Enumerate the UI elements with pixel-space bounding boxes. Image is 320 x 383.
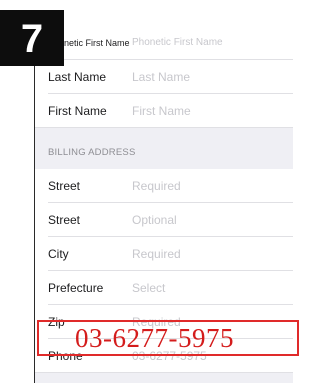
phonetic-first-name-row[interactable]: Phonetic First Name Phonetic First Name	[35, 26, 293, 60]
phonetic-first-name-input[interactable]: Phonetic First Name	[132, 26, 223, 60]
street-label: Street	[48, 179, 81, 193]
prefecture-select[interactable]: Select	[132, 271, 165, 305]
city-label: City	[48, 247, 69, 261]
city-row[interactable]: City Required	[35, 237, 293, 271]
street2-input[interactable]: Optional	[132, 203, 177, 237]
street2-label: Street	[48, 213, 81, 227]
step-number-badge: 7	[0, 10, 64, 66]
first-name-row[interactable]: First Name First Name	[35, 94, 293, 128]
billing-address-header: BILLING ADDRESS	[48, 147, 136, 158]
prefecture-row[interactable]: Prefecture Select	[35, 271, 293, 305]
street-input[interactable]: Required	[132, 169, 181, 203]
last-name-input[interactable]: Last Name	[132, 60, 190, 94]
street2-row[interactable]: Street Optional	[35, 203, 293, 237]
first-name-label: First Name	[48, 104, 107, 118]
first-name-input[interactable]: First Name	[132, 94, 191, 128]
city-input[interactable]: Required	[132, 237, 181, 271]
last-name-row[interactable]: Last Name Last Name	[35, 60, 293, 94]
phone-number-annotation: 03-6277-5975	[75, 323, 234, 353]
street-row[interactable]: Street Required	[35, 169, 293, 203]
prefecture-label: Prefecture	[48, 281, 104, 295]
